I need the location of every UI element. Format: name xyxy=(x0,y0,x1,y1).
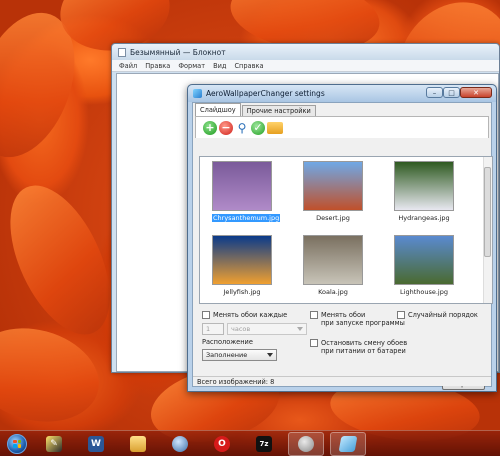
stop-on-battery-checkbox[interactable] xyxy=(310,339,318,347)
minimize-button[interactable]: – xyxy=(426,87,443,98)
position-select[interactable]: Заполнение xyxy=(202,349,277,361)
change-on-start-line2: при запуске программы xyxy=(321,319,405,327)
thumbnail-hydrangeas[interactable] xyxy=(394,161,454,211)
change-on-start-label: Менять обои при запуске программы xyxy=(321,311,405,327)
taskbar-awc[interactable] xyxy=(288,431,324,456)
image-caption: Desert.jpg xyxy=(316,214,350,222)
slideshow-options: Менять обои каждые 1 часов Расположение … xyxy=(199,311,485,371)
image-caption: Lighthouse.jpg xyxy=(400,288,448,296)
taskbar-app-1[interactable]: ✎ xyxy=(36,432,72,456)
status-bar: Всего изображений: 8 xyxy=(193,376,491,386)
interval-unit-value: часов xyxy=(231,325,251,333)
taskbar-opera[interactable]: O xyxy=(204,432,240,456)
position-value: Заполнение xyxy=(206,351,248,359)
notepad-titlebar[interactable]: Безымянный — Блокнот xyxy=(112,44,499,60)
taskbar-explorer[interactable] xyxy=(120,432,156,456)
interval-value: 1 xyxy=(206,325,211,333)
media-icon xyxy=(172,435,188,452)
taskbar-7zip[interactable]: 7z xyxy=(246,432,282,456)
image-item[interactable]: Koala.jpg xyxy=(303,235,363,296)
stop-on-battery-line1: Остановить смену обоев xyxy=(321,339,408,347)
scrollbar-thumb[interactable] xyxy=(484,167,491,257)
chevron-down-icon xyxy=(267,353,273,357)
change-on-start-checkbox[interactable] xyxy=(310,311,318,319)
thumbnail-lighthouse[interactable] xyxy=(394,235,454,285)
image-caption: Hydrangeas.jpg xyxy=(398,214,450,222)
interval-spinner[interactable]: 1 xyxy=(202,323,224,335)
change-every-option[interactable]: Менять обои каждые xyxy=(202,311,287,319)
close-window-button[interactable]: ✕ xyxy=(460,87,492,98)
maximize-button[interactable]: □ xyxy=(443,87,460,98)
image-count-status: Всего изображений: 8 xyxy=(197,377,275,386)
change-on-start-option[interactable]: Менять обои при запуске программы xyxy=(310,311,405,327)
taskbar-media[interactable] xyxy=(162,432,198,456)
dialog-body: Слайдшоу Прочие настройки + − ⚲ ✓ Chrysa… xyxy=(192,102,493,390)
notepad-title: Безымянный — Блокнот xyxy=(130,47,226,57)
image-caption: Koala.jpg xyxy=(318,288,348,296)
app-icon xyxy=(193,89,202,98)
image-caption: Chrysanthemum.jpg xyxy=(212,214,281,222)
dialog-titlebar[interactable]: AeroWallpaperChanger settings – □ ✕ xyxy=(188,85,496,102)
stop-on-battery-option[interactable]: Остановить смену обоев при питании от ба… xyxy=(310,339,407,355)
menu-file[interactable]: Файл xyxy=(119,62,137,70)
thumbnail-jellyfish[interactable] xyxy=(212,235,272,285)
thumbnail-chrysanthemum[interactable] xyxy=(212,161,272,211)
tab-other-settings[interactable]: Прочие настройки xyxy=(241,105,316,116)
stop-on-battery-label: Остановить смену обоев при питании от ба… xyxy=(321,339,407,355)
position-label: Расположение xyxy=(202,338,253,346)
image-item[interactable]: Jellyfish.jpg xyxy=(212,235,272,296)
interval-unit-select[interactable]: часов xyxy=(227,323,307,335)
image-gallery[interactable]: Chrysanthemum.jpg Desert.jpg Hydrangeas.… xyxy=(199,156,493,304)
add-green-plus-icon[interactable]: + xyxy=(203,120,217,135)
menu-edit[interactable]: Правка xyxy=(145,62,170,70)
folder-icon xyxy=(130,435,146,452)
random-order-option[interactable]: Случайный порядок xyxy=(397,311,478,319)
menu-view[interactable]: Вид xyxy=(213,62,226,70)
settings-dialog[interactable]: AeroWallpaperChanger settings – □ ✕ Слай… xyxy=(187,84,497,392)
random-order-checkbox[interactable] xyxy=(397,311,405,319)
gallery-scrollbar[interactable] xyxy=(483,157,492,303)
green-checkmark-icon[interactable]: ✓ xyxy=(251,120,265,135)
magnifier-icon[interactable]: ⚲ xyxy=(235,121,249,135)
image-item[interactable]: Desert.jpg xyxy=(303,161,363,222)
change-on-start-line1: Менять обои xyxy=(321,311,366,319)
notepad-icon xyxy=(118,47,126,57)
word-icon: W xyxy=(88,435,104,452)
taskbar: ✎ W O 7z xyxy=(0,430,500,456)
opera-icon: O xyxy=(214,435,230,452)
thumbnail-desert[interactable] xyxy=(303,161,363,211)
start-button[interactable] xyxy=(4,432,30,456)
wallpaper-changer-icon xyxy=(298,435,314,452)
taskbar-word[interactable]: W xyxy=(78,432,114,456)
folder-icon[interactable] xyxy=(267,121,283,134)
change-every-label: Менять обои каждые xyxy=(213,311,288,319)
windows-orb-icon xyxy=(7,433,27,454)
change-every-checkbox[interactable] xyxy=(202,311,210,319)
image-toolbar: + − ⚲ ✓ xyxy=(195,116,489,138)
random-order-label: Случайный порядок xyxy=(408,311,478,319)
tab-slideshow[interactable]: Слайдшоу xyxy=(195,103,241,116)
menu-format[interactable]: Формат xyxy=(178,62,205,70)
taskbar-notepad[interactable] xyxy=(330,431,366,456)
menu-help[interactable]: Справка xyxy=(234,62,263,70)
7zip-icon: 7z xyxy=(256,435,272,452)
notepad-menubar: Файл Правка Формат Вид Справка xyxy=(112,60,499,72)
image-item[interactable]: Hydrangeas.jpg xyxy=(394,161,454,222)
notepad-icon xyxy=(338,435,358,452)
image-caption: Jellyfish.jpg xyxy=(223,288,261,296)
chevron-down-icon xyxy=(297,327,303,331)
dialog-title: AeroWallpaperChanger settings xyxy=(206,89,325,98)
thumbnail-koala[interactable] xyxy=(303,235,363,285)
image-item[interactable]: Chrysanthemum.jpg xyxy=(212,161,281,222)
pencil-app-icon: ✎ xyxy=(46,435,62,452)
stop-on-battery-line2: при питании от батареи xyxy=(321,347,406,355)
image-item[interactable]: Lighthouse.jpg xyxy=(394,235,454,296)
tab-strip: Слайдшоу Прочие настройки xyxy=(193,103,491,116)
remove-red-minus-icon[interactable]: − xyxy=(219,120,233,135)
